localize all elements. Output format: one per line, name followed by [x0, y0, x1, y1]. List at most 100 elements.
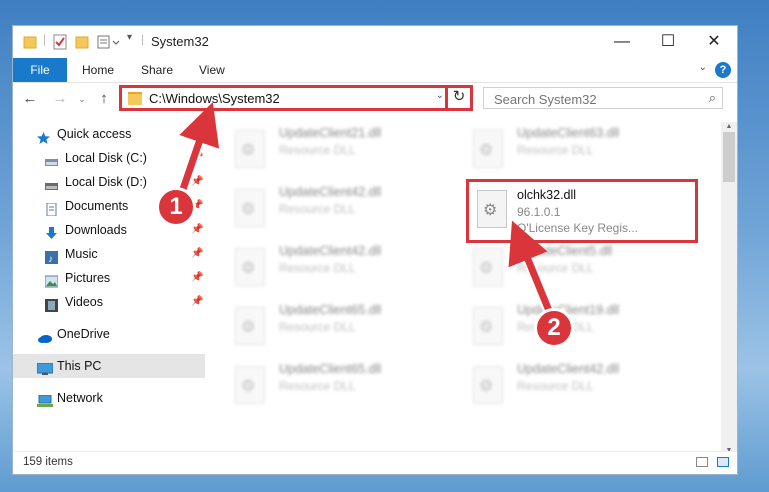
sidebar-item-label: OneDrive [57, 327, 110, 341]
sidebar-item-label: Music [65, 247, 98, 261]
refresh-button[interactable]: ↻ [445, 85, 470, 111]
file-item[interactable]: UpdateClient5.dll Resource DLL [451, 240, 671, 296]
file-item[interactable]: UpdateClient42.dll Resource DLL [451, 358, 671, 414]
item-count: 159 items [23, 456, 73, 468]
dll-file-icon [473, 130, 503, 168]
tab-file[interactable]: File [13, 58, 67, 82]
dll-file-icon [235, 189, 265, 227]
file-description: Resource DLL [279, 202, 356, 216]
dll-file-icon [477, 190, 507, 228]
window-title: System32 [151, 34, 209, 49]
dll-file-icon [473, 248, 503, 286]
search-input[interactable] [492, 89, 696, 109]
separator: | [141, 32, 145, 46]
computer-icon [36, 360, 54, 375]
sidebar-item-music[interactable]: ♪ Music 📌 [13, 242, 205, 266]
svg-text:♪: ♪ [48, 254, 53, 264]
sidebar-item-videos[interactable]: Videos 📌 [13, 290, 205, 314]
file-name: UpdateClient21.dll [279, 126, 382, 140]
pin-icon[interactable]: 📌 [191, 146, 203, 170]
scroll-up-icon[interactable]: ▲ [721, 122, 737, 132]
customize-toolbar-icon[interactable] [97, 34, 125, 50]
file-description: Resource DLL [517, 261, 594, 275]
file-name: UpdateClient65.dll [279, 303, 382, 317]
expand-ribbon-icon[interactable]: ⌄ [699, 62, 707, 73]
music-icon: ♪ [45, 248, 58, 265]
file-name: UpdateClient42.dll [517, 362, 620, 376]
view-toggle [690, 456, 729, 470]
file-item[interactable]: UpdateClient42.dll Resource DLL [213, 181, 433, 237]
file-list: UpdateClient21.dll Resource DLL UpdateCl… [213, 122, 721, 452]
file-item[interactable]: UpdateClient42.dll Resource DLL [213, 240, 433, 296]
sidebar-item-pictures[interactable]: Pictures 📌 [13, 266, 205, 290]
sidebar-item-label: Local Disk (D:) [65, 175, 147, 189]
pin-icon[interactable]: 📌 [191, 170, 203, 194]
pin-icon[interactable]: 📌 [191, 266, 203, 290]
navigation-bar: ← → ⌄ ↑ C:\Windows\System32 ⌄ ↻ ⌕ [13, 84, 737, 114]
address-path: C:\Windows\System32 [149, 91, 280, 106]
pin-icon[interactable]: 📌 [191, 242, 203, 266]
file-description: Resource DLL [517, 143, 594, 157]
file-item-olchk32[interactable]: olchk32.dll 96.1.0.1 O'License Key Regis… [466, 179, 698, 243]
scrollbar-thumb[interactable] [723, 132, 735, 182]
file-item[interactable]: UpdateClient65.dll Resource DLL [213, 299, 433, 355]
navigation-pane: Quick access Local Disk (C:) 📌 Local Dis… [13, 122, 205, 452]
search-icon[interactable]: ⌕ [709, 90, 716, 106]
help-icon[interactable]: ? [715, 62, 731, 78]
tab-home[interactable]: Home [82, 58, 114, 82]
vertical-scrollbar[interactable]: ▲ ▼ [721, 122, 737, 456]
address-bar[interactable]: C:\Windows\System32 ⌄ ↻ [119, 85, 473, 111]
file-description: Resource DLL [517, 379, 594, 393]
properties-icon[interactable] [53, 34, 67, 50]
pin-icon[interactable]: 📌 [191, 218, 203, 242]
maximize-button[interactable]: ☐ [645, 26, 691, 58]
file-description: O'License Key Regis... [517, 221, 639, 235]
sidebar-item-label: Documents [65, 199, 129, 213]
file-version: 96.1.0.1 [517, 205, 561, 219]
recent-locations-icon[interactable]: ⌄ [71, 88, 93, 110]
tab-share[interactable]: Share [141, 58, 173, 82]
file-item[interactable]: UpdateClient21.dll Resource DLL [213, 122, 433, 178]
file-description: Resource DLL [279, 143, 356, 157]
chevron-down-icon[interactable]: ▾ [127, 32, 132, 48]
status-bar: 159 items [13, 451, 737, 474]
network-icon [37, 392, 53, 407]
sidebar-item-local-disk-c[interactable]: Local Disk (C:) 📌 [13, 146, 205, 170]
videos-icon [45, 296, 58, 312]
search-box[interactable]: ⌕ [483, 87, 723, 109]
sidebar-item-onedrive[interactable]: OneDrive [13, 322, 205, 346]
file-item[interactable]: UpdateClient65.dll Resource DLL [213, 358, 433, 414]
back-button[interactable]: ← [19, 88, 41, 110]
new-folder-icon[interactable] [75, 34, 89, 50]
minimize-button[interactable]: — [599, 26, 645, 58]
file-name: olchk32.dll [517, 188, 577, 202]
folder-icon [23, 34, 37, 50]
sidebar-item-label: Quick access [57, 127, 132, 141]
file-name: UpdateClient5.dll [517, 244, 613, 258]
tab-view[interactable]: View [199, 58, 225, 82]
details-view-icon[interactable] [695, 457, 708, 467]
pin-icon[interactable]: 📌 [191, 290, 203, 314]
sidebar-item-label: This PC [57, 359, 102, 373]
separator: | [43, 32, 47, 46]
sidebar-item-label: Videos [65, 295, 103, 309]
sidebar-item-quick-access[interactable]: Quick access [13, 122, 205, 146]
ribbon-tabs: File Home Share View ⌄ ? [13, 58, 737, 83]
drive-icon [45, 176, 58, 190]
explorer-window: | ▾ | System32 — ☐ ✕ File Home Share Vie… [12, 25, 738, 475]
folder-icon [128, 92, 142, 105]
star-icon [37, 128, 50, 144]
file-item[interactable]: UpdateClient63.dll Resource DLL [451, 122, 671, 178]
sidebar-item-network[interactable]: Network [13, 386, 205, 410]
large-icons-view-icon[interactable] [717, 457, 729, 467]
pictures-icon [44, 272, 59, 288]
dll-file-icon [235, 307, 265, 345]
sidebar-item-this-pc[interactable]: This PC [13, 354, 205, 378]
close-button[interactable]: ✕ [691, 26, 737, 58]
forward-button[interactable]: → [49, 88, 71, 110]
file-description: Resource DLL [279, 320, 356, 334]
chevron-down-icon[interactable]: ⌄ [436, 90, 444, 101]
dll-file-icon [235, 130, 265, 168]
up-button[interactable]: ↑ [93, 88, 115, 110]
callout-badge-1: 1 [156, 187, 196, 227]
